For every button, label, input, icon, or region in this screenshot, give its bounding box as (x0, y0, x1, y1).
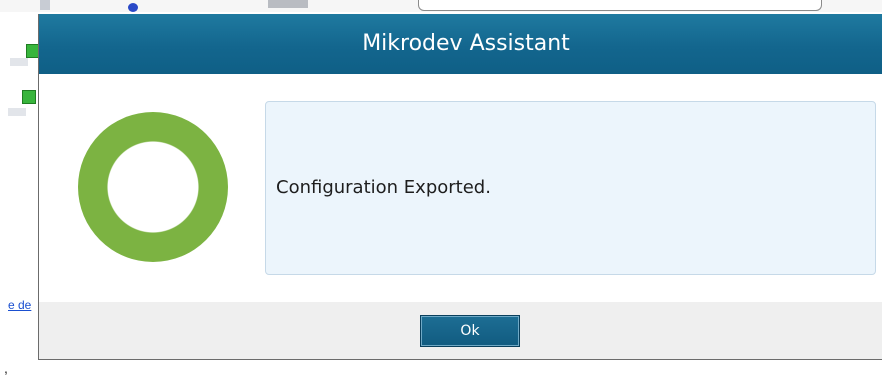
dialog-content: Configuration Exported. (39, 74, 882, 302)
background-stray-text: , (4, 360, 8, 376)
ok-button[interactable]: Ok (420, 315, 520, 347)
dialog-message: Configuration Exported. (276, 177, 491, 198)
background-node-icon (128, 3, 138, 12)
background-tile (10, 58, 28, 66)
background-panel-frame (418, 0, 822, 11)
background-tile (8, 108, 26, 116)
background-link[interactable]: e de (8, 298, 31, 312)
success-ring-icon (78, 112, 228, 262)
background-tile (268, 0, 308, 8)
assistant-dialog: Mikrodev Assistant Configuration Exporte… (38, 14, 882, 360)
dialog-title: Mikrodev Assistant (362, 31, 570, 56)
message-panel: Configuration Exported. (265, 101, 876, 275)
dialog-title-bar[interactable]: Mikrodev Assistant (39, 14, 882, 74)
dialog-footer: Ok (39, 302, 882, 359)
background-device-icon (22, 90, 36, 104)
background-tile (40, 0, 50, 10)
